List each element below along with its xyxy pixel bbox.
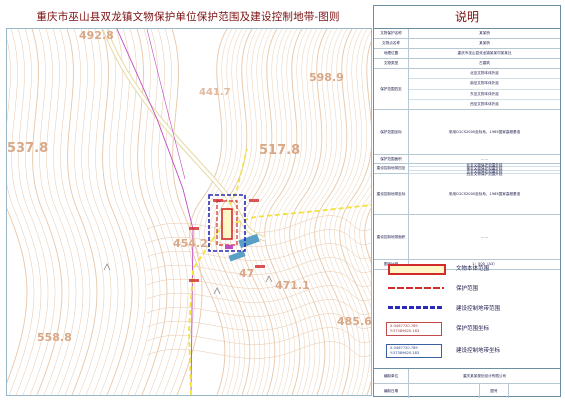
info-row: 建设控制地带面积 …… (374, 215, 560, 260)
info-row: 建设控制地带四至 北至文物保护范围外延 南至文物保护范围外延 东至文物保护范围外延 西至… (374, 163, 560, 176)
info-row: 保护范围四至 北至文物本体外延 南至文物本体外延 东至文物本体外延 西至文物本体外延 (374, 69, 560, 110)
info-key: 保护范围面积 (374, 155, 409, 163)
info-row: 保护范围坐标 采用CGCS2000坐标系，1985国家高程基准 (374, 110, 560, 155)
coord-y: Y:37389620.183 (390, 351, 420, 355)
elevation-label: 598.9 (309, 71, 344, 84)
elevation-label: 558.8 (37, 331, 72, 344)
contour-line (146, 215, 371, 233)
legend-label: 保护范围 (456, 286, 479, 292)
info-key: 保护范围坐标 (374, 110, 409, 154)
info-key: 建设控制地带四至 (374, 164, 409, 173)
info-value: 重庆市巫山县双龙镇某某村某某社 (457, 51, 512, 55)
legend-label: 保护范围坐标 (456, 326, 490, 332)
contour-line (264, 29, 303, 395)
info-value: 某某桥 (479, 31, 490, 35)
elevation-label: 47 (239, 267, 255, 280)
info-key: 地理位置 (374, 49, 409, 58)
elevation-label: 454.2 (173, 237, 208, 250)
info-value: 采用CGCS2000坐标系，1985国家高程基准 (448, 129, 521, 134)
contour-line (214, 29, 253, 395)
elevation-label: 517.8 (259, 143, 301, 158)
coord-marker (189, 279, 199, 282)
control-zone-line-symbol (386, 302, 446, 314)
info-row: 建设控制地带坐标 采用CGCS2000坐标系，1985国家高程基准 (374, 174, 560, 215)
legend-item-body: 文物本体范围 (386, 260, 560, 276)
contour-line (274, 29, 313, 395)
legend-item-protect: 保护范围 (386, 280, 560, 296)
info-key: 文物点名称 (374, 39, 409, 48)
coord-marker (189, 227, 199, 230)
drawing-sheet: 重庆市巫山县双龙镇文物保护单位保护范围及建设控制地带-图则 492.8 598.… (0, 0, 565, 400)
legend-label: 建设控制地带范围 (456, 306, 501, 312)
info-key: 文物类型 (374, 59, 409, 68)
protect-coord-symbol: X:3467720.789 Y:37389620.183 (386, 322, 446, 336)
info-row: 文物类型 古建筑 (374, 59, 560, 69)
info-value: 采用CGCS2000坐标系，1985国家高程基准 (448, 191, 521, 196)
info-table: 文物保护名称 某某桥 文物点名称 某某桥 地理位置 重庆市巫山县双龙镇某某村某某社 文物类型… (374, 29, 560, 270)
info-key: 保护范围四至 (374, 69, 409, 109)
footer-value (409, 384, 480, 398)
info-value: 东至文物本体外延 (409, 90, 560, 100)
coord-y: Y:37389620.183 (390, 329, 420, 333)
legend-label: 文物本体范围 (456, 266, 490, 272)
building (238, 233, 260, 249)
info-key: 建设控制地带坐标 (374, 174, 409, 214)
footer-key: 编制单位 (374, 369, 409, 383)
title-block: 编制单位 重庆某某规划设计有限公司 编制日期 图号 (374, 368, 560, 398)
legend-item-control-coord: X:3467720.789 Y:37389620.183 建设控制地带坐标 (386, 342, 560, 358)
site-marker (225, 245, 233, 249)
footer-row: 编制单位 重庆某某规划设计有限公司 (374, 369, 560, 384)
contour-line (239, 29, 278, 395)
info-value: 南至文物本体外延 (409, 79, 560, 90)
footer-value: 重庆某某规划设计有限公司 (462, 373, 507, 378)
control-coord-symbol: X:3467720.789 Y:37389620.183 (386, 344, 446, 358)
coord-marker (255, 265, 265, 268)
page-title: 重庆市巫山县双龙镇文物保护单位保护范围及建设控制地带-图则 (36, 11, 340, 23)
coord-marker (249, 199, 259, 202)
info-value: …… (480, 235, 489, 239)
info-value: 古建筑 (479, 61, 490, 65)
heritage-body-symbol (386, 262, 446, 275)
contour-line (244, 29, 283, 395)
topographic-map: 492.8 598.9 537.8 517.8 454.2 471.1 485.… (6, 28, 372, 396)
legend-item-protect-coord: X:3467720.789 Y:37389620.183 保护范围坐标 (386, 320, 560, 336)
contour-line (354, 192, 371, 285)
house-symbol (265, 275, 273, 283)
footer-key: 编制日期 (374, 384, 409, 398)
elevation-label: 537.8 (7, 141, 49, 156)
protection-line-symbol (386, 282, 446, 294)
info-row: 地理位置 重庆市巫山县双龙镇某某村某某社 (374, 49, 560, 59)
elevation-label: 492.8 (79, 29, 114, 42)
info-key: 文物保护名称 (374, 29, 409, 38)
map-legend: 文物本体范围 保护范围 建设控制地带范围 X:3467720.789 Y:373 (374, 256, 560, 368)
magenta-line (146, 29, 186, 180)
info-row: 文物保护名称 某某桥 (374, 29, 560, 39)
contour-line (234, 29, 273, 395)
contour-line (146, 327, 371, 345)
legend-label: 建设控制地带坐标 (456, 348, 501, 354)
info-value: 西至文物本体外延 (470, 101, 499, 106)
panel-heading: 说明 (374, 6, 560, 29)
info-key: 建设控制地带面积 (374, 215, 409, 259)
contour-line (259, 29, 298, 395)
footer-row: 编制日期 图号 (374, 384, 560, 398)
coord-marker (213, 199, 223, 202)
info-value: 北至文物本体外延 (409, 69, 560, 80)
elevation-label: 471.1 (275, 279, 310, 292)
footer-key: 图号 (480, 384, 509, 398)
legend-item-control: 建设控制地带范围 (386, 300, 560, 316)
trail-line (188, 204, 371, 395)
contour-line (249, 29, 288, 395)
info-value: 某某桥 (479, 41, 490, 45)
heritage-body (221, 208, 233, 240)
contour-line (146, 341, 371, 359)
info-row: 文物点名称 某某桥 (374, 39, 560, 49)
elevation-label: 485.6 (337, 315, 372, 328)
contour-line (254, 29, 293, 395)
legend-panel: 说明 文物保护名称 某某桥 文物点名称 某某桥 地理位置 重庆市巫山县双龙镇某某村某某社文… (373, 5, 561, 398)
elevation-label: 441.7 (199, 87, 231, 98)
